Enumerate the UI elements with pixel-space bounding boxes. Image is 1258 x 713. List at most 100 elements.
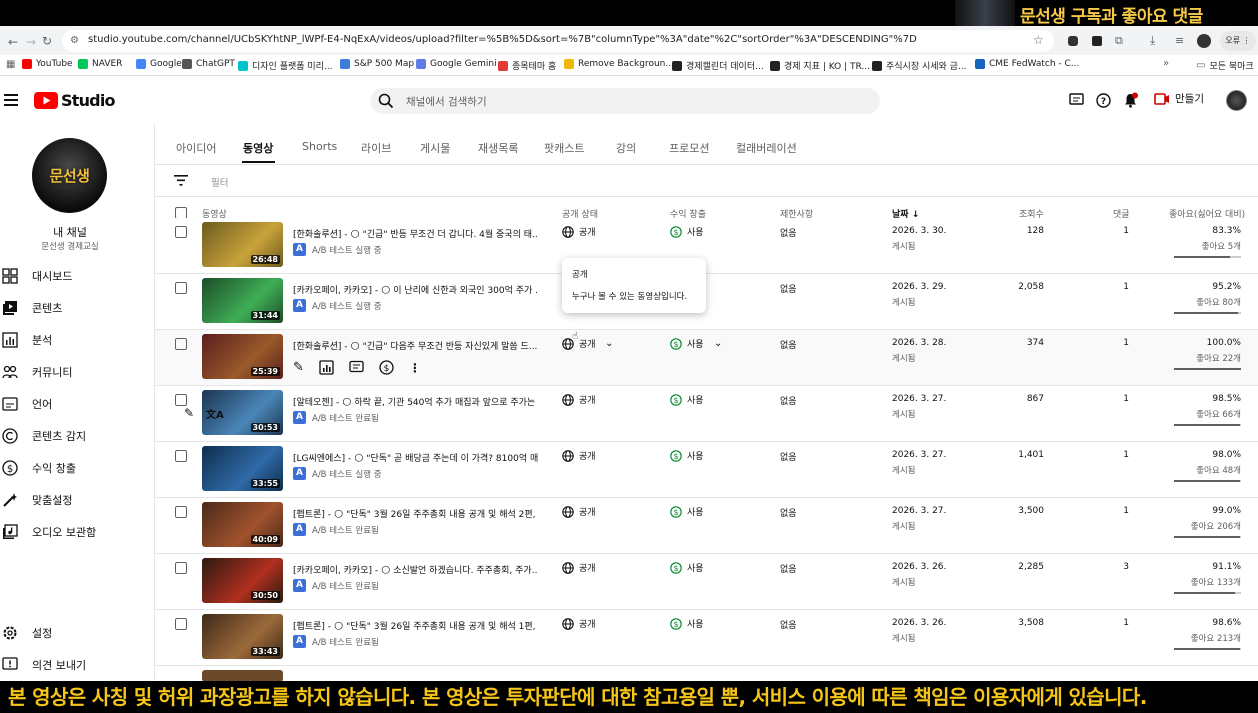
- sidebar-item-settings[interactable]: 설정: [0, 621, 155, 645]
- bookmark-item[interactable]: Remove Backgroun...: [564, 59, 674, 69]
- video-title[interactable]: [알테오젠] - 🌕 하락 끝, 기관 540억 추가 매집과 앞으로 주가는 …: [293, 395, 538, 408]
- monetization-dropdown-chevron-icon[interactable]: ⌄: [714, 338, 722, 349]
- tab-0[interactable]: 아이디어: [176, 140, 216, 156]
- bookmark-star-icon[interactable]: ☆: [1033, 33, 1044, 47]
- all-bookmarks-folder[interactable]: ▭ 모든 북마크: [1196, 59, 1254, 72]
- bookmarks-overflow-icon[interactable]: »: [1163, 58, 1169, 69]
- video-title[interactable]: [펩트론] - 🌕 "단독" 3월 26일 주주총회 내용 공개 및 해석 1편…: [293, 619, 538, 632]
- account-avatar[interactable]: [1226, 90, 1247, 111]
- bookmark-item[interactable]: 종목테마 홈: [498, 59, 556, 72]
- download-icon[interactable]: ⤓: [1150, 33, 1155, 48]
- sidebar-item-dashboard[interactable]: 대시보드: [0, 264, 155, 288]
- filter-icon[interactable]: [174, 175, 188, 186]
- search-icon[interactable]: [378, 93, 394, 109]
- comments-icon[interactable]: [1069, 93, 1084, 108]
- video-thumbnail[interactable]: 40:09: [202, 502, 283, 547]
- edit-details-icon[interactable]: ✎: [293, 360, 304, 375]
- sidebar-item-copyright[interactable]: 콘텐츠 감지: [0, 424, 155, 448]
- apps-grid-icon[interactable]: ▦: [6, 59, 15, 70]
- filter-input[interactable]: 필터: [211, 175, 228, 189]
- tab-9[interactable]: 컬래버레이션: [736, 140, 797, 156]
- sidebar-item-analytics[interactable]: 분석: [0, 328, 155, 352]
- row-checkbox[interactable]: [175, 226, 187, 238]
- video-title[interactable]: [한화솔루션] - 🌕 "긴급" 반등 무조건 더 갑니다. 4월 중국의 태.…: [293, 227, 538, 240]
- profile-avatar-icon[interactable]: [1197, 34, 1211, 48]
- media-controls-icon[interactable]: ≡: [1175, 34, 1184, 47]
- visibility-cell[interactable]: 공개: [562, 337, 596, 350]
- table-row[interactable]: 26:48 [한화솔루션] - 🌕 "긴급" 반등 무조건 더 갑니다. 4월 중…: [155, 218, 1258, 274]
- monetization-cell[interactable]: $ 사용: [670, 561, 704, 574]
- table-row[interactable]: 33:55 [LG씨엔에스] - 🌕 "단독" 곧 배당금 주는데 이 가격? 8…: [155, 442, 1258, 498]
- sidebar-item-monetization[interactable]: $ 수익 창출: [0, 456, 155, 480]
- bookmark-item[interactable]: S&P 500 Map: [340, 59, 414, 69]
- table-row[interactable]: 30:53 [알테오젠] - 🌕 하락 끝, 기관 540억 추가 매집과 앞으로…: [155, 386, 1258, 442]
- profile-error-chip[interactable]: 오류 ⋮: [1220, 31, 1256, 51]
- visibility-cell[interactable]: 공개: [562, 449, 596, 462]
- forward-icon[interactable]: →: [26, 35, 36, 49]
- video-thumbnail[interactable]: 26:48: [202, 222, 283, 267]
- table-row[interactable]: 40:09 [펩트론] - 🌕 "단독" 3월 26일 주주총회 내용 공개 및 …: [155, 498, 1258, 554]
- row-checkbox[interactable]: [175, 394, 187, 406]
- bookmark-item[interactable]: 주식시장 시세와 금...: [872, 59, 967, 72]
- visibility-cell[interactable]: 공개: [562, 505, 596, 518]
- comments-icon[interactable]: [349, 360, 364, 375]
- channel-avatar[interactable]: 문선생: [32, 138, 107, 213]
- tab-4[interactable]: 게시물: [420, 140, 450, 156]
- back-icon[interactable]: ←: [8, 35, 18, 49]
- menu-hamburger-icon[interactable]: [4, 94, 18, 106]
- tab-3[interactable]: 라이브: [361, 140, 391, 156]
- table-row[interactable]: 25:39 [한화솔루션] - 🌕 "긴급" 다음주 무조건 반등 자신있게 말씀…: [155, 330, 1258, 386]
- bookmark-item[interactable]: 디자인 플랫폼 미리...: [238, 59, 333, 72]
- row-checkbox[interactable]: [175, 618, 187, 630]
- table-row[interactable]: 30:50 [카카오페이, 카카오] - 🌕 소신발언 하겠습니다. 주주총회, …: [155, 554, 1258, 610]
- magic-wand-icon[interactable]: ✎: [184, 406, 194, 420]
- analytics-icon[interactable]: [319, 360, 334, 375]
- bookmark-item[interactable]: ChatGPT: [182, 59, 235, 69]
- tab-6[interactable]: 팟캐스트: [544, 140, 584, 156]
- visibility-cell[interactable]: 공개: [562, 561, 596, 574]
- extension-icon-2[interactable]: [1092, 36, 1102, 46]
- extension-icon-1[interactable]: [1068, 36, 1078, 46]
- video-thumbnail[interactable]: 33:43: [202, 614, 283, 659]
- table-row[interactable]: 31:44 [카카오페이, 카카오] - 🌕 이 난리에 신한과 외국인 300억…: [155, 274, 1258, 330]
- create-button[interactable]: 만들기: [1154, 91, 1204, 106]
- visibility-dropdown-chevron-icon[interactable]: ⌄: [605, 338, 613, 349]
- bookmark-item[interactable]: CME FedWatch - C...: [975, 59, 1079, 69]
- video-thumbnail[interactable]: 25:39: [202, 334, 283, 379]
- more-options-icon[interactable]: ⋮: [409, 361, 421, 375]
- bookmark-item[interactable]: Google: [136, 59, 182, 69]
- video-title[interactable]: [LG씨엔에스] - 🌕 "단독" 곧 배당금 주는데 이 가격? 8100억 …: [293, 451, 538, 464]
- visibility-cell[interactable]: 공개: [562, 393, 596, 406]
- table-row-partial[interactable]: [155, 666, 1258, 682]
- translate-icon[interactable]: 文A: [206, 406, 224, 421]
- row-checkbox[interactable]: [175, 282, 187, 294]
- reload-icon[interactable]: ↻: [42, 34, 52, 48]
- monetization-cell[interactable]: $ 사용: [670, 505, 704, 518]
- bookmark-item[interactable]: NAVER: [78, 59, 122, 69]
- bookmark-item[interactable]: Google Gemini: [416, 59, 497, 69]
- tab-8[interactable]: 프로모션: [669, 140, 709, 156]
- video-thumbnail[interactable]: 31:44: [202, 278, 283, 323]
- video-thumbnail[interactable]: 33:55: [202, 446, 283, 491]
- monetization-cell[interactable]: $ 사용: [670, 617, 704, 630]
- tab-1[interactable]: 동영상: [243, 140, 273, 156]
- sidebar-item-audio-library[interactable]: 오디오 보관함: [0, 520, 155, 544]
- video-title[interactable]: [펩트론] - 🌕 "단독" 3월 26일 주주총회 내용 공개 및 해석 2편…: [293, 507, 538, 520]
- sidebar-item-content[interactable]: 콘텐츠: [0, 296, 155, 320]
- video-title[interactable]: [카카오페이, 카카오] - 🌕 이 난리에 신한과 외국인 300억 주가 .…: [293, 283, 538, 296]
- monetization-cell[interactable]: $ 사용: [670, 337, 704, 350]
- monetization-cell[interactable]: $ 사용: [670, 393, 704, 406]
- site-info-icon[interactable]: ⚙: [70, 35, 79, 46]
- monetization-cell[interactable]: $ 사용: [670, 449, 704, 462]
- sidebar-item-customization[interactable]: 맞춤설정: [0, 488, 155, 512]
- bookmark-item[interactable]: 경제캘린더 데이터...: [672, 59, 764, 72]
- video-title[interactable]: [한화솔루션] - 🌕 "긴급" 다음주 무조건 반등 자신있게 말씀 드...: [293, 339, 538, 352]
- video-thumbnail[interactable]: 30:50: [202, 558, 283, 603]
- row-checkbox[interactable]: [175, 506, 187, 518]
- bookmark-item[interactable]: 경제 지표 | KO | TR...: [770, 59, 870, 72]
- table-row[interactable]: 33:43 [펩트론] - 🌕 "단독" 3월 26일 주주총회 내용 공개 및 …: [155, 610, 1258, 666]
- monetization-icon[interactable]: $: [379, 360, 394, 375]
- studio-logo[interactable]: Studio: [34, 91, 115, 110]
- monetization-cell[interactable]: $ 사용: [670, 225, 704, 238]
- tab-2[interactable]: Shorts: [302, 140, 337, 153]
